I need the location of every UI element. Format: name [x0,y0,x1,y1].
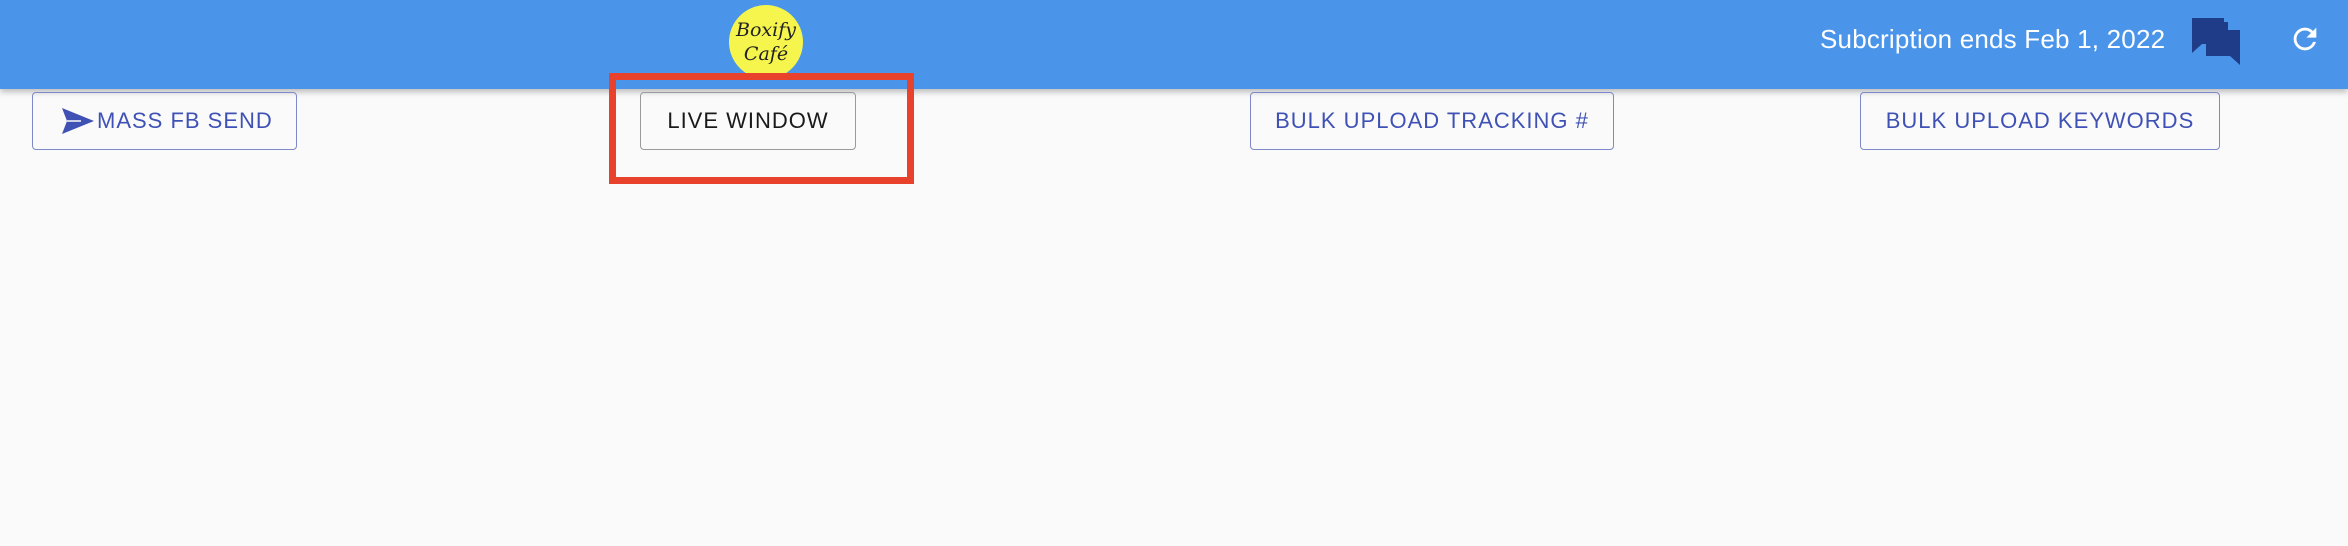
bulk-upload-tracking-label: BULK UPLOAD TRACKING # [1275,108,1589,133]
chat-bubbles-icon[interactable] [2190,16,2242,66]
mass-fb-send-label: MASS FB SEND [97,108,273,133]
bulk-upload-tracking-button[interactable]: BULK UPLOAD TRACKING # [1250,92,1614,150]
bulk-upload-keywords-label: BULK UPLOAD KEYWORDS [1885,108,2195,133]
subscription-status: Subcription ends Feb 1, 2022 [1820,24,2166,54]
live-window-button[interactable]: LIVE WINDOW [640,92,856,150]
logo-text-line2: Café [743,43,789,65]
refresh-icon[interactable] [2288,22,2322,56]
live-window-label: LIVE WINDOW [667,108,829,133]
bulk-upload-keywords-button[interactable]: BULK UPLOAD KEYWORDS [1860,92,2220,150]
mass-fb-send-button[interactable]: MASS FB SEND [32,92,297,150]
logo-text-line1: Boxify [736,19,796,41]
app-bar: Boxify Café Subcription ends Feb 1, 2022 [0,0,2348,89]
send-icon [61,107,95,135]
boxify-cafe-logo[interactable]: Boxify Café [729,5,803,79]
